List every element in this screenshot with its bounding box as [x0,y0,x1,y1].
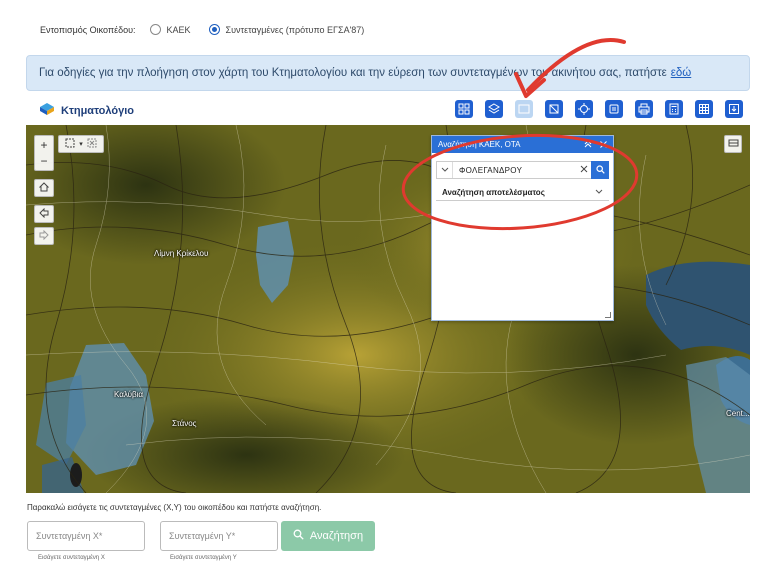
banner-text: Για οδηγίες για την πλοήγηση στον χάρτη … [39,67,667,79]
brand-name: Κτηματολόγιο [61,104,134,117]
coordinate-x-input[interactable] [27,521,145,551]
zoom-control: + − [34,135,54,171]
printer-icon[interactable] [635,100,653,118]
search-type-dropdown[interactable] [437,162,453,178]
basemap-button[interactable] [724,135,742,153]
arrow-right-icon [39,229,49,243]
panel-search-input[interactable]: ΦΟΛΕΓΑΝΔΡΟΥ [453,166,577,175]
radio-kaek-circle[interactable] [149,24,161,35]
print-icon[interactable] [605,100,623,118]
coordinate-y-hint: Εισάγετε συντεταγμένη Υ [170,555,237,561]
home-icon [38,181,50,195]
select-tool-control[interactable]: ▾ [58,135,104,153]
home-button[interactable] [34,179,54,197]
coordinate-x-hint: Εισάγετε συντεταγμένη Χ [38,555,105,561]
close-icon[interactable] [600,140,607,150]
coordinates-search-button[interactable]: Αναζήτηση [281,521,375,551]
radio-coordinates-circle[interactable] [208,24,220,35]
layers-grid-icon[interactable] [455,100,473,118]
resize-grip-icon[interactable] [605,312,611,318]
basemap-icon [728,137,739,151]
ktimatologio-logo-icon [40,103,54,118]
clear-selection-icon[interactable] [87,138,97,150]
previous-extent-button[interactable] [34,205,54,223]
zoom-in-button[interactable]: + [40,137,47,153]
coordinate-y-input[interactable] [160,521,278,551]
cadastre-map[interactable]: Λίμνη Κρίκελου Καλύβια Στάνος Cent... + … [26,125,750,493]
search-icon [293,529,310,543]
search-icon [595,161,605,179]
radio-coordinates[interactable]: Συντεταγμένες (πρότυπο ΕΓΣΑ'87) [208,24,365,35]
search-box-icon[interactable] [515,100,533,118]
coordinates-instructions: Παρακαλώ εισάγετε τις συντεταγμένες (Χ,Υ… [27,503,322,512]
locate-icon[interactable] [575,100,593,118]
map-toolbar [455,100,743,118]
panel-search-button[interactable] [591,161,609,179]
search-button-label: Αναζήτηση [309,530,364,542]
next-extent-button[interactable] [34,227,54,245]
zoom-out-button[interactable]: − [40,153,47,169]
map-terrain [26,125,750,493]
map-label-stanos: Στάνος [172,419,197,428]
kaek-search-panel: Αναζήτηση ΚΑΕΚ, ΟΤΑ ΦΟΛΕΓΑΝΔΡΟΥ Αναζήτησ… [431,135,614,321]
export-icon[interactable] [725,100,743,118]
map-label-lake: Λίμνη Κρίκελου [154,249,209,258]
chevron-down-icon: ▾ [79,141,83,148]
grid-icon[interactable] [695,100,713,118]
layers-stack-icon[interactable] [485,100,503,118]
chevron-down-icon [441,165,449,175]
collapse-icon[interactable] [584,139,592,150]
calculator-icon[interactable] [665,100,683,118]
map-label-cent: Cent... [726,409,750,418]
radio-coordinates-label: Συντεταγμένες (πρότυπο ΕΓΣΑ'87) [225,24,365,35]
measure-icon[interactable] [545,100,563,118]
info-banner: Για οδηγίες για την πλοήγηση στον χάρτη … [26,55,750,91]
ktimatologio-brand: Κτηματολόγιο [40,103,134,118]
search-results-toggle[interactable]: Αναζήτηση αποτελέσματος [436,185,609,201]
locate-label: Εντοπισμός Οικοπέδου: [40,24,136,35]
panel-header: Αναζήτηση ΚΑΕΚ, ΟΤΑ [432,136,613,153]
panel-search-row: ΦΟΛΕΓΑΝΔΡΟΥ [436,161,609,179]
select-tool-icon [65,138,75,150]
banner-link[interactable]: εδώ [671,67,692,79]
arrow-left-icon [39,207,49,221]
chevron-down-icon [595,188,603,197]
radio-kaek[interactable]: ΚΑΕΚ [149,24,191,35]
locate-options: Εντοπισμός Οικοπέδου: ΚΑΕΚ Συντεταγμένες… [40,24,382,35]
clear-search-icon[interactable] [577,164,591,176]
results-label: Αναζήτηση αποτελέσματος [442,188,545,197]
map-label-kalyvia: Καλύβια [114,390,144,399]
radio-kaek-label: ΚΑΕΚ [166,24,191,35]
panel-title: Αναζήτηση ΚΑΕΚ, ΟΤΑ [438,140,521,149]
